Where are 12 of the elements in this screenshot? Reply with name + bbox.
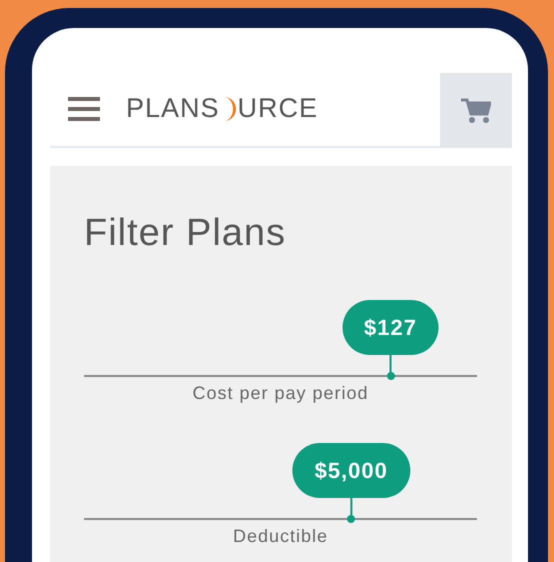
slider-label: Cost per pay period [191, 382, 370, 405]
cart-button[interactable] [440, 73, 512, 148]
slider-thumb[interactable] [347, 515, 356, 523]
slider-label: Deductible [232, 525, 330, 548]
panel-title: Filter Plans [84, 214, 288, 252]
slider-value-tooltip: $127 [342, 300, 439, 375]
slider-thumb[interactable] [386, 372, 395, 380]
logo-text: URCE [238, 95, 318, 122]
menu-icon[interactable] [68, 96, 100, 120]
cart-icon [461, 98, 491, 124]
slider-value-tooltip: $5,000 [292, 443, 410, 518]
logo-text: PLANS [126, 95, 220, 122]
